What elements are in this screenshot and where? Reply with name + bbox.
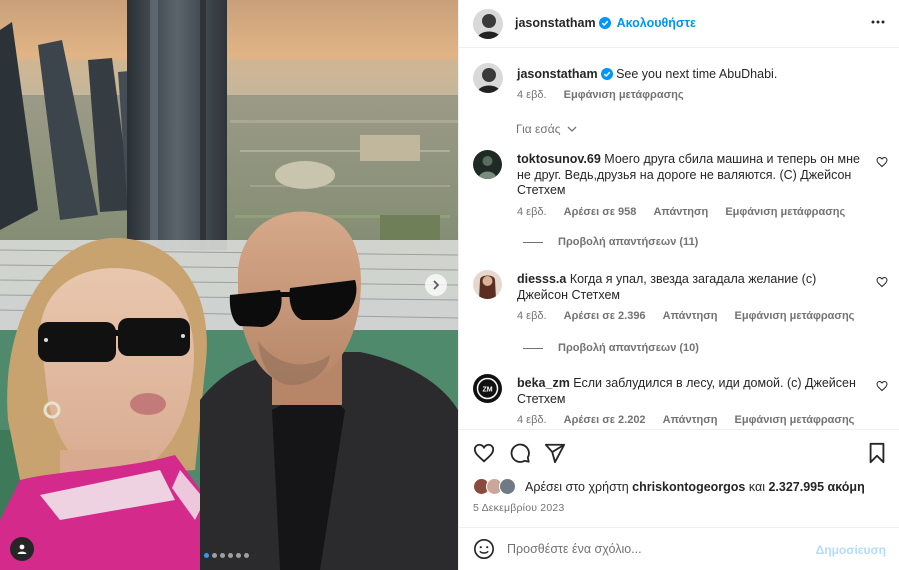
caption-text: jasonstatham See you next time AbuDhabi.	[517, 67, 887, 83]
reply-button[interactable]: Απάντηση	[653, 206, 708, 218]
comment-text: beka_zm Если заблудился в лесу, иди домо…	[517, 376, 862, 407]
chevron-down-icon	[567, 126, 577, 132]
avatar-image	[473, 270, 502, 299]
likes-connector: και	[748, 480, 765, 494]
comment-item: diesss.a Когда я упал, звезда загадала ж…	[473, 268, 888, 358]
comment-translate-link[interactable]: Εμφάνιση μετάφρασης	[735, 310, 855, 322]
reply-button[interactable]: Απάντηση	[663, 414, 718, 426]
author-username[interactable]: jasonstatham	[515, 16, 596, 30]
verified-icon	[600, 68, 613, 83]
post-comment-button[interactable]: Δημοσίευση	[816, 543, 886, 557]
post-date: 5 Δεκεμβρίου 2023	[473, 502, 565, 514]
follow-button[interactable]: Ακολουθήστε	[617, 16, 696, 30]
view-replies-button[interactable]: Προβολή απαντήσεων (10)	[523, 342, 699, 354]
heart-icon	[876, 276, 888, 288]
comment-item: ZM beka_zm Если заблудился в лесу, иди д…	[473, 372, 888, 428]
carousel-dot	[204, 553, 209, 558]
chevron-right-icon	[433, 280, 440, 290]
comment-meta: 4 εβδ. Αρέσει σε 958 Απάντηση Εμφάνιση μ…	[517, 206, 859, 218]
view-replies-button[interactable]: Προβολή απαντήσεων (11)	[523, 236, 698, 248]
comment-button[interactable]	[509, 442, 531, 467]
post-actions: Αρέσει στο χρήστη chriskontogeorgos και …	[459, 429, 899, 527]
avatar-image	[473, 150, 502, 179]
likes-summary: Αρέσει στο χρήστη chriskontogeorgos και …	[473, 478, 865, 496]
comment-text: toktosunov.69 Моего друга сбила машина и…	[517, 152, 862, 199]
bookmark-icon	[869, 442, 885, 464]
carousel-dot	[236, 553, 241, 558]
comment-time: 4 εβδ.	[517, 414, 547, 426]
avatar-image	[473, 63, 503, 93]
caption-body: See you next time AbuDhabi.	[616, 67, 778, 81]
comment-time: 4 εβδ.	[517, 206, 547, 218]
verified-icon	[598, 17, 611, 32]
comment-translate-link[interactable]: Εμφάνιση μετάφρασης	[725, 206, 845, 218]
avatar-image: ZM	[473, 374, 502, 403]
post-photo[interactable]	[0, 0, 458, 570]
view-replies-label: Προβολή απαντήσεων (11)	[558, 236, 699, 248]
heart-icon	[876, 380, 888, 392]
post-side-panel: jasonstatham Ακολουθήστε jasonstatham See…	[458, 0, 899, 570]
save-button[interactable]	[867, 442, 887, 467]
post-header: jasonstatham Ακολουθήστε	[459, 0, 899, 48]
reply-button[interactable]: Απάντηση	[663, 310, 718, 322]
like-button[interactable]	[473, 442, 495, 467]
caption-time: 4 εβδ.	[517, 89, 547, 101]
comment-translate-link[interactable]: Εμφάνιση μετάφρασης	[735, 414, 855, 426]
comment-time: 4 εβδ.	[517, 310, 547, 322]
caption-avatar[interactable]	[473, 63, 503, 93]
heart-icon	[473, 443, 495, 463]
emoji-icon	[474, 539, 494, 559]
commenter-username[interactable]: toktosunov.69	[517, 152, 601, 166]
person-tag-icon	[17, 544, 27, 554]
avatar-image	[473, 9, 503, 39]
carousel-dot	[244, 553, 249, 558]
comment-icon	[510, 443, 530, 463]
more-icon	[871, 20, 885, 24]
photo-scene	[0, 0, 458, 570]
likes-prefix: Αρέσει στο χρήστη	[525, 480, 629, 494]
comment-likes[interactable]: Αρέσει σε 958	[564, 206, 637, 218]
share-button[interactable]	[544, 442, 566, 467]
comment-like-button[interactable]	[876, 276, 888, 291]
comment-input[interactable]	[507, 537, 807, 561]
carousel-dots	[204, 553, 249, 558]
comment-like-button[interactable]	[876, 156, 888, 171]
tagged-people-button[interactable]	[10, 537, 34, 561]
view-replies-label: Προβολή απαντήσεων (10)	[558, 342, 699, 354]
comment-likes[interactable]: Αρέσει σε 2.396	[564, 310, 646, 322]
for-you-label: Για εσάς	[516, 122, 561, 136]
commenter-username[interactable]: beka_zm	[517, 376, 570, 390]
commenter-username[interactable]: diesss.a	[517, 272, 566, 286]
for-you-filter[interactable]: Για εσάς	[516, 122, 577, 136]
svg-text:ZM: ZM	[482, 387, 492, 394]
heart-icon	[876, 156, 888, 168]
liker-avatar	[499, 478, 516, 495]
comment-item: toktosunov.69 Моего друга сбила машина и…	[473, 148, 888, 248]
comment-meta: 4 εβδ. Αρέσει σε 2.396 Απάντηση Εμφάνιση…	[517, 310, 868, 322]
carousel-dot	[212, 553, 217, 558]
comment-meta: 4 εβδ. Αρέσει σε 2.202 Απάντηση Εμφάνιση…	[517, 414, 868, 426]
add-comment-bar: Δημοσίευση	[459, 527, 899, 570]
commenter-avatar[interactable]	[473, 150, 502, 179]
next-photo-button[interactable]	[425, 274, 447, 296]
replies-divider	[523, 241, 543, 243]
caption-meta: 4 εβδ. Εμφάνιση μετάφρασης	[517, 89, 698, 101]
carousel-dot	[228, 553, 233, 558]
comment-text: diesss.a Когда я упал, звезда загадала ж…	[517, 272, 862, 303]
commenter-avatar[interactable]	[473, 270, 502, 299]
liker-username[interactable]: chriskontogeorgos	[632, 480, 745, 494]
comment-likes[interactable]: Αρέσει σε 2.202	[564, 414, 646, 426]
carousel-dot	[220, 553, 225, 558]
author-avatar[interactable]	[473, 9, 503, 39]
liker-avatars	[473, 478, 519, 496]
share-icon	[544, 443, 566, 464]
caption-username[interactable]: jasonstatham	[517, 67, 598, 81]
caption-translate-link[interactable]: Εμφάνιση μετάφρασης	[564, 89, 684, 101]
commenter-avatar[interactable]: ZM	[473, 374, 502, 403]
likes-count[interactable]: 2.327.995 ακόμη	[768, 480, 864, 494]
more-options-button[interactable]	[870, 14, 886, 33]
comment-like-button[interactable]	[876, 380, 888, 395]
emoji-button[interactable]	[473, 538, 495, 563]
replies-divider	[523, 347, 543, 349]
